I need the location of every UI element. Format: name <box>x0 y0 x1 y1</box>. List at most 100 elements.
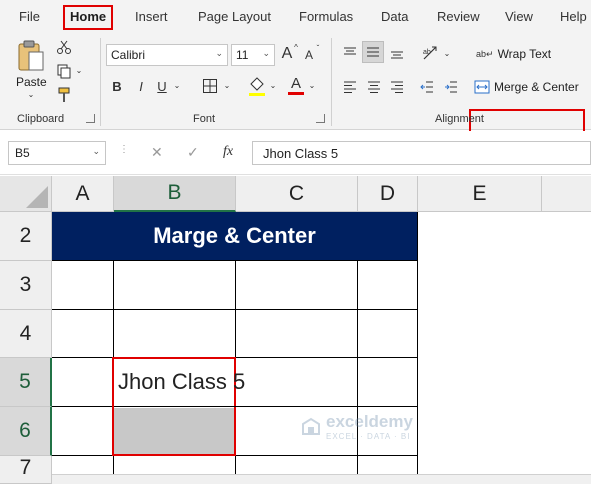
tab-page-layout[interactable]: Page Layout <box>198 9 271 24</box>
borders-icon[interactable] <box>200 76 220 96</box>
align-middle-icon[interactable] <box>362 41 384 63</box>
caret-up-icon: ^ <box>294 42 298 52</box>
exceldemy-logo-icon <box>302 417 320 435</box>
cell-a5[interactable] <box>52 358 114 407</box>
cut-icon[interactable] <box>55 38 73 56</box>
watermark-name: exceldemy <box>326 412 413 431</box>
alignment-group-label: Alignment <box>435 113 484 125</box>
select-all-triangle-icon <box>26 186 48 208</box>
copy-icon[interactable] <box>55 62 73 80</box>
increase-indent-icon[interactable] <box>442 78 460 96</box>
font-color-dropdown-chevron-icon[interactable]: ⌄ <box>307 78 317 92</box>
tab-formulas[interactable]: Formulas <box>299 9 353 24</box>
italic-button[interactable]: I <box>134 76 148 96</box>
paste-button[interactable]: Paste <box>16 75 47 89</box>
font-color-letter: A <box>290 75 301 92</box>
group-divider <box>331 38 332 126</box>
enter-icon[interactable]: ✓ <box>187 144 199 168</box>
copy-dropdown-chevron-icon[interactable]: ⌄ <box>74 64 84 76</box>
cell-a3[interactable] <box>52 261 114 310</box>
cell-d3[interactable] <box>358 261 418 310</box>
column-header-c[interactable]: C <box>236 176 358 212</box>
formula-input[interactable]: Jhon Class 5 <box>252 141 591 165</box>
align-center-icon[interactable] <box>365 78 383 96</box>
horizontal-scrollbar[interactable] <box>52 474 591 484</box>
row-header-6[interactable]: 6 <box>0 407 52 456</box>
fill-color-icon[interactable] <box>246 74 268 98</box>
exceldemy-watermark: exceldemy EXCEL · DATA · BI <box>300 412 413 441</box>
tab-view[interactable]: View <box>505 9 533 24</box>
name-box[interactable]: B5 ⌄ <box>8 141 106 165</box>
font-name-value: Calibri <box>111 48 146 62</box>
font-color-icon[interactable]: A <box>286 74 306 98</box>
formula-bar-grip-icon: ⋮ <box>119 144 129 155</box>
watermark-subtitle: EXCEL · DATA · BI <box>326 432 411 441</box>
underline-dropdown-chevron-icon[interactable]: ⌄ <box>172 78 182 92</box>
tab-insert[interactable]: Insert <box>135 9 168 24</box>
merge-center-label: Merge & Center <box>494 80 579 94</box>
group-divider <box>100 38 101 126</box>
chevron-down-icon: ⌄ <box>92 146 100 156</box>
font-size-value: 11 <box>236 48 249 62</box>
cell-b5[interactable]: Jhon Class 5 <box>114 358 245 407</box>
decrease-indent-icon[interactable] <box>418 78 436 96</box>
align-left-icon[interactable] <box>341 78 359 96</box>
clipboard-group-label: Clipboard <box>17 113 65 125</box>
name-box-value: B5 <box>15 146 30 160</box>
tab-data[interactable]: Data <box>381 9 408 24</box>
tab-help[interactable]: Help <box>560 9 587 24</box>
row-header-3[interactable]: 3 <box>0 261 52 310</box>
column-header-d[interactable]: D <box>358 176 418 212</box>
underline-button[interactable]: U <box>155 76 169 96</box>
column-header-a[interactable]: A <box>52 176 114 212</box>
column-header-b[interactable]: B <box>114 176 236 212</box>
cell-a6[interactable] <box>52 407 114 456</box>
cell-b3[interactable] <box>114 261 236 310</box>
wrap-text-icon: ab↵ <box>476 48 494 59</box>
wrap-text-button[interactable]: ab↵ Wrap Text <box>476 45 551 63</box>
bold-button[interactable]: B <box>110 76 124 96</box>
caret-down-icon: ˇ <box>316 43 320 53</box>
format-painter-icon[interactable] <box>55 86 73 104</box>
align-bottom-icon[interactable] <box>388 44 406 62</box>
font-dialog-launcher-icon[interactable] <box>316 114 325 123</box>
formula-value: Jhon Class 5 <box>263 146 339 161</box>
wrap-text-label: Wrap Text <box>497 47 552 61</box>
svg-text:ab: ab <box>423 49 431 56</box>
cell-c4[interactable] <box>236 310 358 358</box>
borders-dropdown-chevron-icon[interactable]: ⌄ <box>222 78 232 92</box>
home-tab-highlight <box>63 5 113 30</box>
paste-dropdown-chevron-icon[interactable]: ⌄ <box>26 89 36 99</box>
fill-color-dropdown-chevron-icon[interactable]: ⌄ <box>268 78 278 92</box>
row-header-5[interactable]: 5 <box>0 358 52 407</box>
select-all-button[interactable] <box>0 176 52 212</box>
cell-d5[interactable] <box>358 358 418 407</box>
column-header-e[interactable]: E <box>418 176 542 212</box>
chevron-down-icon: ⌄ <box>215 48 223 58</box>
align-right-icon[interactable] <box>388 78 406 96</box>
chevron-down-icon: ⌄ <box>262 48 270 58</box>
column-header-f[interactable] <box>542 176 591 212</box>
tab-review[interactable]: Review <box>437 9 480 24</box>
cell-c5[interactable] <box>236 358 358 407</box>
ribbon-tab-bar: File Home Insert Page Layout Formulas Da… <box>0 0 591 34</box>
font-name-dropdown[interactable]: Calibri ⌄ <box>106 44 228 66</box>
cell-d4[interactable] <box>358 310 418 358</box>
orientation-dropdown-chevron-icon[interactable]: ⌄ <box>442 46 452 60</box>
font-size-dropdown[interactable]: 11 ⌄ <box>231 44 275 66</box>
cancel-icon[interactable]: ✕ <box>151 144 163 168</box>
clipboard-dialog-launcher-icon[interactable] <box>86 114 95 123</box>
row-header-4[interactable]: 4 <box>0 310 52 358</box>
tab-file[interactable]: File <box>19 9 40 24</box>
paste-icon[interactable] <box>14 38 48 74</box>
cell-a4[interactable] <box>52 310 114 358</box>
row-header-2[interactable]: 2 <box>0 212 52 261</box>
align-top-icon[interactable] <box>341 44 359 62</box>
cell-b4[interactable] <box>114 310 236 358</box>
row-header-7[interactable]: 7 <box>0 456 52 484</box>
cell-c3[interactable] <box>236 261 358 310</box>
orientation-icon[interactable]: ab <box>420 43 442 63</box>
insert-function-icon[interactable]: fx <box>223 144 233 168</box>
merge-center-button[interactable]: Merge & Center <box>474 78 579 96</box>
merged-title-cell[interactable]: Marge & Center <box>52 212 418 261</box>
